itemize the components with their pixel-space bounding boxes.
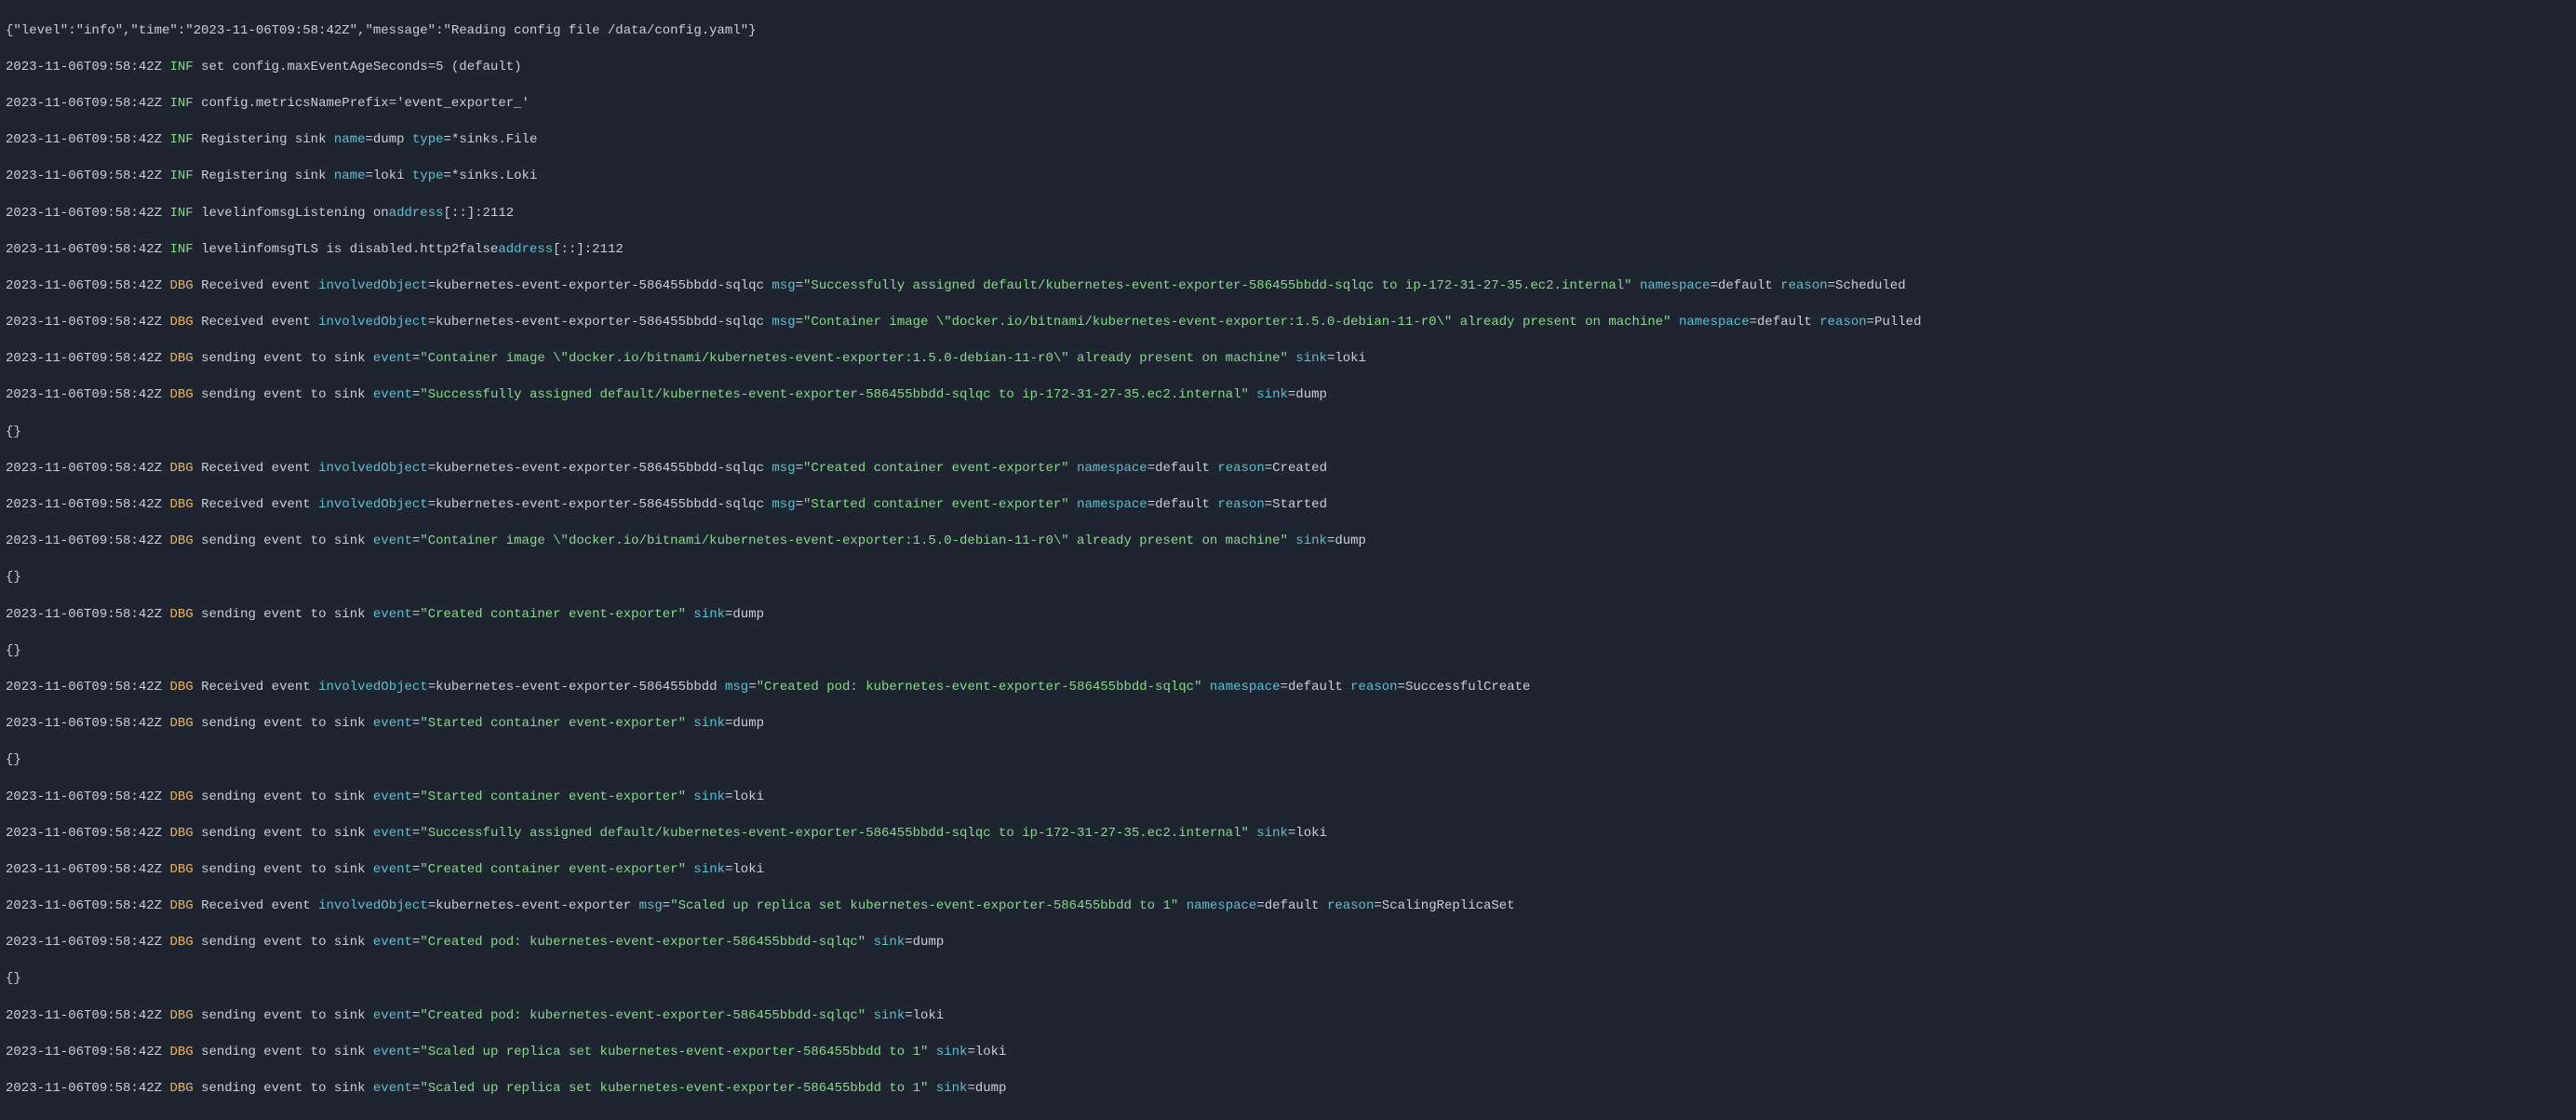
log-line: 2023-11-06T09:58:42Z DBG sending event t… [6, 1044, 2570, 1062]
timestamp: 2023-11-06T09:58:42Z [6, 60, 162, 74]
log-line: 2023-11-06T09:58:42Z INF Registering sin… [6, 131, 2570, 150]
key-namespace: namespace [1640, 278, 1711, 293]
log-line: 2023-11-06T09:58:42Z DBG sending event t… [6, 789, 2570, 807]
key-sink: sink [1295, 351, 1327, 366]
log-line: 2023-11-06T09:58:42Z DBG Received event … [6, 679, 2570, 697]
key-involved-object: involvedObject [318, 278, 428, 293]
value-msg: "Successfully assigned default/kubernete… [803, 278, 1632, 293]
log-line: 2023-11-06T09:58:42Z DBG sending event t… [6, 1007, 2570, 1026]
log-text: set config.maxEventAgeSeconds=5 (default… [201, 60, 521, 74]
log-line: 2023-11-06T09:58:42Z DBG sending event t… [6, 350, 2570, 369]
log-line: 2023-11-06T09:58:42Z INF levelinfomsgTLS… [6, 241, 2570, 260]
log-line: 2023-11-06T09:58:42Z DBG sending event t… [6, 715, 2570, 734]
key-name: name [334, 132, 366, 147]
key-type: type [412, 132, 444, 147]
log-line: 2023-11-06T09:58:42Z DBG Received event … [6, 314, 2570, 332]
level-dbg: DBG [169, 278, 193, 293]
log-line: 2023-11-06T09:58:42Z DBG sending event t… [6, 606, 2570, 625]
log-line: 2023-11-06T09:58:42Z DBG sending event t… [6, 386, 2570, 405]
log-line: 2023-11-06T09:58:42Z DBG Received event … [6, 496, 2570, 515]
log-line: 2023-11-06T09:58:42Z DBG Received event … [6, 460, 2570, 479]
key-address: address [389, 206, 444, 221]
log-line: 2023-11-06T09:58:42Z DBG sending event t… [6, 1080, 2570, 1099]
log-line: 2023-11-06T09:58:42Z INF config.metricsN… [6, 95, 2570, 114]
log-line: 2023-11-06T09:58:42Z DBG Received event … [6, 277, 2570, 296]
key-event: event [373, 351, 412, 366]
log-line: 2023-11-06T09:58:42Z DBG sending event t… [6, 861, 2570, 880]
log-json-header: {"level":"info","time":"2023-11-06T09:58… [6, 23, 757, 38]
log-line: 2023-11-06T09:58:42Z INF Registering sin… [6, 168, 2570, 186]
key-reason: reason [1780, 278, 1827, 293]
value-type: *sinks.File [451, 132, 537, 147]
log-line: 2023-11-06T09:58:42Z DBG sending event t… [6, 825, 2570, 843]
key-msg: msg [771, 278, 795, 293]
log-line: 2023-11-06T09:58:42Z DBG Received event … [6, 897, 2570, 916]
level-inf: INF [169, 60, 193, 74]
log-empty-object: {} [6, 425, 21, 439]
value-name: dump [373, 132, 405, 147]
log-line: 2023-11-06T09:58:42Z DBG sending event t… [6, 934, 2570, 952]
log-line: 2023-11-06T09:58:42Z INF set config.maxE… [6, 59, 2570, 77]
log-line: 2023-11-06T09:58:42Z INF levelinfomsgLis… [6, 205, 2570, 223]
terminal-output: {"level":"info","time":"2023-11-06T09:58… [0, 0, 2576, 1120]
log-line: 2023-11-06T09:58:42Z DBG sending event t… [6, 533, 2570, 551]
